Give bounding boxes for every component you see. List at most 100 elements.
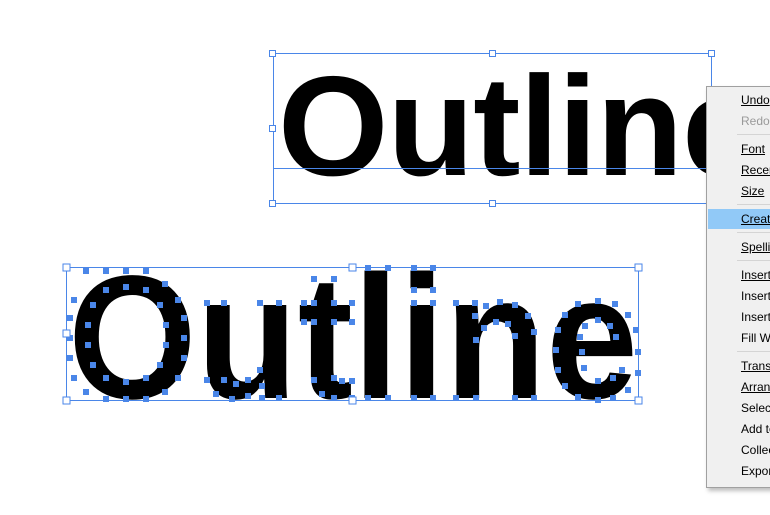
anchor-point[interactable] bbox=[257, 367, 263, 373]
anchor-point[interactable] bbox=[385, 395, 391, 401]
anchor-point[interactable] bbox=[430, 265, 436, 271]
outlined-text-object[interactable]: Outline bbox=[0, 0, 770, 515]
anchor-point[interactable] bbox=[85, 342, 91, 348]
outline-handle-top-right[interactable] bbox=[634, 263, 643, 272]
anchor-point[interactable] bbox=[635, 349, 641, 355]
anchor-point[interactable] bbox=[103, 287, 109, 293]
anchor-point[interactable] bbox=[331, 319, 337, 325]
anchor-point[interactable] bbox=[411, 300, 417, 306]
anchor-point[interactable] bbox=[512, 302, 518, 308]
anchor-point[interactable] bbox=[233, 381, 239, 387]
menu-item-undo[interactable]: Undo bbox=[708, 90, 770, 110]
context-menu[interactable]: Undo Redo Font Recen Size Create Spellir… bbox=[706, 86, 770, 488]
anchor-point[interactable] bbox=[595, 298, 601, 304]
anchor-point[interactable] bbox=[595, 317, 601, 323]
menu-item-collect-for-export[interactable]: Collec bbox=[708, 440, 770, 460]
anchor-point[interactable] bbox=[472, 300, 478, 306]
anchor-point[interactable] bbox=[67, 315, 73, 321]
anchor-point[interactable] bbox=[221, 300, 227, 306]
anchor-point[interactable] bbox=[123, 268, 129, 274]
anchor-point[interactable] bbox=[123, 284, 129, 290]
anchor-point[interactable] bbox=[595, 378, 601, 384]
anchor-point[interactable] bbox=[411, 395, 417, 401]
anchor-point[interactable] bbox=[430, 395, 436, 401]
anchor-point[interactable] bbox=[90, 362, 96, 368]
anchor-point[interactable] bbox=[83, 389, 89, 395]
anchor-point[interactable] bbox=[610, 375, 616, 381]
anchor-point[interactable] bbox=[71, 297, 77, 303]
anchor-point[interactable] bbox=[245, 393, 251, 399]
menu-item-add-to-library[interactable]: Add to bbox=[708, 419, 770, 439]
anchor-point[interactable] bbox=[204, 377, 210, 383]
menu-item-select[interactable]: Select bbox=[708, 398, 770, 418]
anchor-point[interactable] bbox=[625, 312, 631, 318]
anchor-point[interactable] bbox=[257, 300, 263, 306]
outline-handle-top-left[interactable] bbox=[62, 263, 71, 272]
anchor-point[interactable] bbox=[85, 322, 91, 328]
anchor-point[interactable] bbox=[555, 367, 561, 373]
anchor-point[interactable] bbox=[175, 297, 181, 303]
anchor-point[interactable] bbox=[229, 396, 235, 402]
anchor-point[interactable] bbox=[123, 379, 129, 385]
anchor-point[interactable] bbox=[365, 265, 371, 271]
anchor-point[interactable] bbox=[562, 312, 568, 318]
anchor-point[interactable] bbox=[579, 349, 585, 355]
outline-handle-middle-left[interactable] bbox=[62, 329, 71, 338]
anchor-point[interactable] bbox=[221, 377, 227, 383]
anchor-point[interactable] bbox=[90, 302, 96, 308]
outline-handle-top-middle[interactable] bbox=[348, 263, 357, 272]
anchor-point[interactable] bbox=[339, 378, 345, 384]
anchor-point[interactable] bbox=[245, 377, 251, 383]
outline-handle-bottom-middle[interactable] bbox=[348, 396, 357, 405]
anchor-point[interactable] bbox=[331, 395, 337, 401]
anchor-point[interactable] bbox=[525, 313, 531, 319]
anchor-point[interactable] bbox=[385, 265, 391, 271]
anchor-point[interactable] bbox=[483, 303, 489, 309]
anchor-point[interactable] bbox=[633, 327, 639, 333]
menu-item-create-outlines[interactable]: Create bbox=[708, 209, 770, 229]
anchor-point[interactable] bbox=[430, 300, 436, 306]
menu-item-font[interactable]: Font bbox=[708, 139, 770, 159]
menu-item-spelling[interactable]: Spellir bbox=[708, 237, 770, 257]
anchor-point[interactable] bbox=[430, 287, 436, 293]
anchor-point[interactable] bbox=[163, 322, 169, 328]
anchor-point[interactable] bbox=[612, 301, 618, 307]
anchor-point[interactable] bbox=[157, 302, 163, 308]
anchor-point[interactable] bbox=[331, 375, 337, 381]
anchor-point[interactable] bbox=[143, 396, 149, 402]
anchor-point[interactable] bbox=[311, 377, 317, 383]
anchor-point[interactable] bbox=[331, 300, 337, 306]
anchor-point[interactable] bbox=[575, 394, 581, 400]
anchor-point[interactable] bbox=[365, 395, 371, 401]
anchor-point[interactable] bbox=[181, 315, 187, 321]
anchor-point[interactable] bbox=[610, 395, 616, 401]
anchor-point[interactable] bbox=[582, 323, 588, 329]
anchor-point[interactable] bbox=[143, 287, 149, 293]
menu-item-export-selection[interactable]: Expor bbox=[708, 461, 770, 481]
anchor-point[interactable] bbox=[619, 367, 625, 373]
anchor-point[interactable] bbox=[562, 383, 568, 389]
anchor-point[interactable] bbox=[276, 395, 282, 401]
anchor-point[interactable] bbox=[581, 365, 587, 371]
anchor-point[interactable] bbox=[512, 395, 518, 401]
anchor-point[interactable] bbox=[625, 387, 631, 393]
anchor-point[interactable] bbox=[301, 319, 307, 325]
anchor-point[interactable] bbox=[505, 321, 511, 327]
anchor-point[interactable] bbox=[349, 378, 355, 384]
anchor-point[interactable] bbox=[175, 375, 181, 381]
anchor-point[interactable] bbox=[472, 313, 478, 319]
anchor-point[interactable] bbox=[311, 276, 317, 282]
anchor-point[interactable] bbox=[259, 395, 265, 401]
anchor-point[interactable] bbox=[531, 329, 537, 335]
anchor-point[interactable] bbox=[181, 335, 187, 341]
anchor-point[interactable] bbox=[67, 355, 73, 361]
anchor-point[interactable] bbox=[204, 300, 210, 306]
anchor-point[interactable] bbox=[411, 265, 417, 271]
anchor-point[interactable] bbox=[331, 276, 337, 282]
anchor-point[interactable] bbox=[301, 300, 307, 306]
anchor-point[interactable] bbox=[349, 300, 355, 306]
anchor-point[interactable] bbox=[577, 334, 583, 340]
anchor-point[interactable] bbox=[213, 391, 219, 397]
artboard-canvas[interactable]: Outline Outline Undo Redo Font Recen Siz… bbox=[0, 0, 770, 515]
anchor-point[interactable] bbox=[162, 389, 168, 395]
